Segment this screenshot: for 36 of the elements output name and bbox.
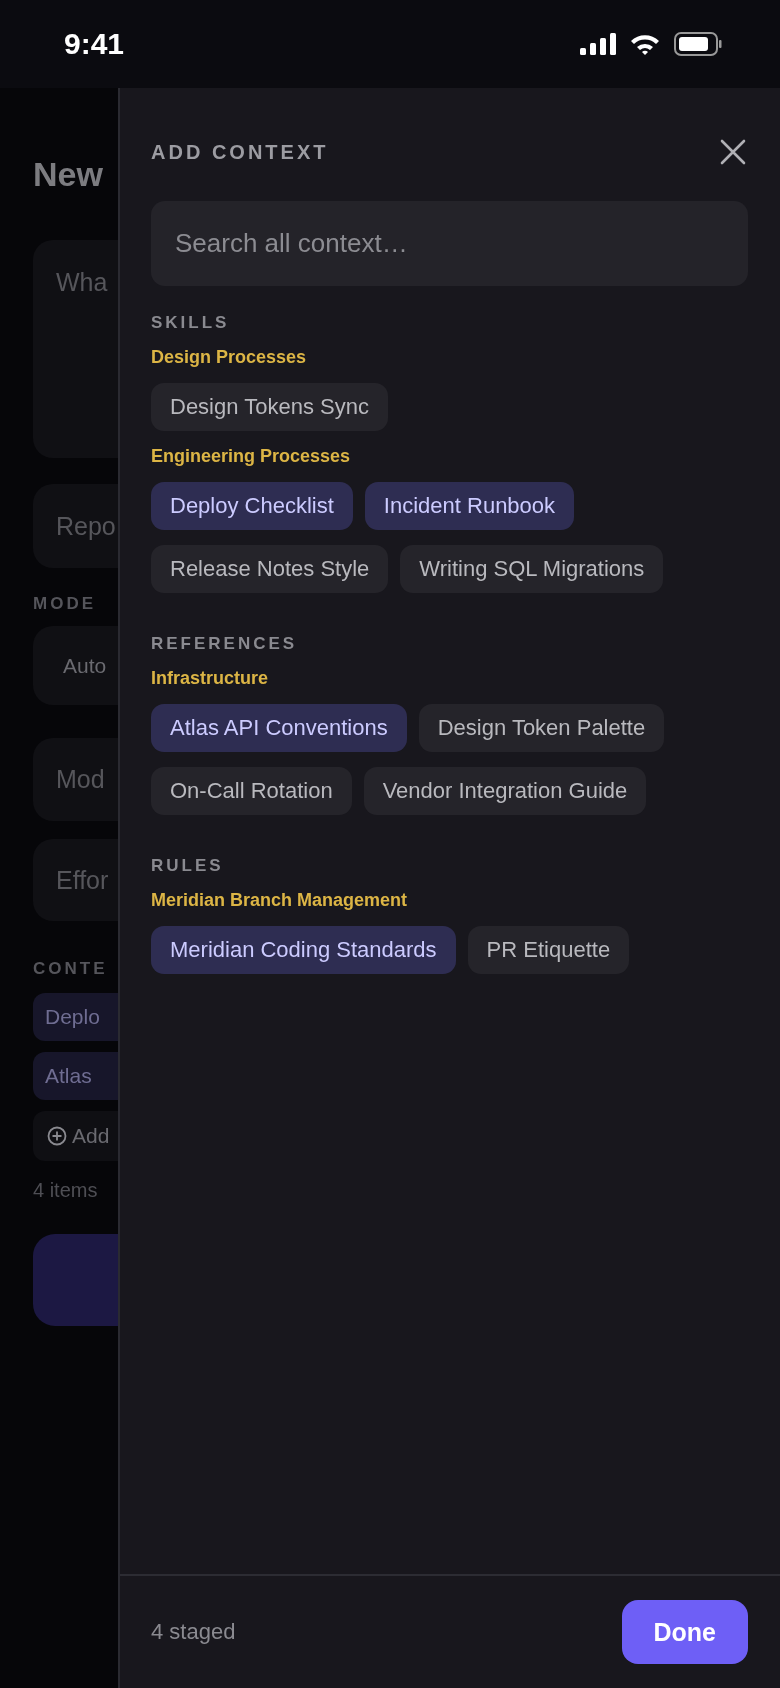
context-chip[interactable]: Design Tokens Sync [151,383,388,431]
context-chip[interactable]: Deplo [33,993,118,1041]
battery-icon [674,32,722,56]
section-label: MODE [33,594,96,614]
sheet-title: ADD CONTEXT [151,140,329,164]
group-heading: Design Processes [151,346,308,368]
context-chip[interactable]: Incident Runbook [364,482,575,530]
staged-count: 4 staged [151,1619,236,1645]
section-label: SKILLS [151,312,231,334]
section-label: CONTE [33,959,108,979]
group-heading: Meridian Branch Management [151,889,409,911]
context-chip[interactable]: Deploy Checklist [151,482,353,530]
status-time: 9:41 [64,27,125,61]
context-chip[interactable]: Atlas [33,1052,118,1100]
signal-icon [580,33,616,55]
wifi-icon [630,33,660,55]
item-count: 4 items [33,1179,98,1202]
search-field[interactable]: Search all context… [151,201,748,286]
section-label: RULES [151,855,225,877]
group-heading: Engineering Processes [151,445,352,467]
close-icon[interactable] [720,139,746,165]
context-chip[interactable]: Design Token Palette [418,704,665,752]
context-chip[interactable]: On-Call Rotation [151,767,352,815]
context-chip[interactable]: Vendor Integration Guide [363,767,647,815]
section-label: REFERENCES [151,633,299,655]
context-chip[interactable]: Writing SQL Migrations [400,545,664,593]
group-heading: Infrastructure [151,667,270,689]
done-button[interactable]: Done [621,1600,748,1664]
context-chip[interactable]: Release Notes Style [151,545,389,593]
mode-selector[interactable]: Auto [33,626,118,705]
context-chip[interactable]: Meridian Coding Standards [151,926,456,974]
page-title: New [33,154,103,194]
context-chip[interactable]: PR Etiquette [467,926,630,974]
context-chip[interactable]: Atlas API Conventions [151,704,407,752]
add-button[interactable]: Add [33,1111,118,1161]
plus-circle-icon [47,1126,67,1146]
